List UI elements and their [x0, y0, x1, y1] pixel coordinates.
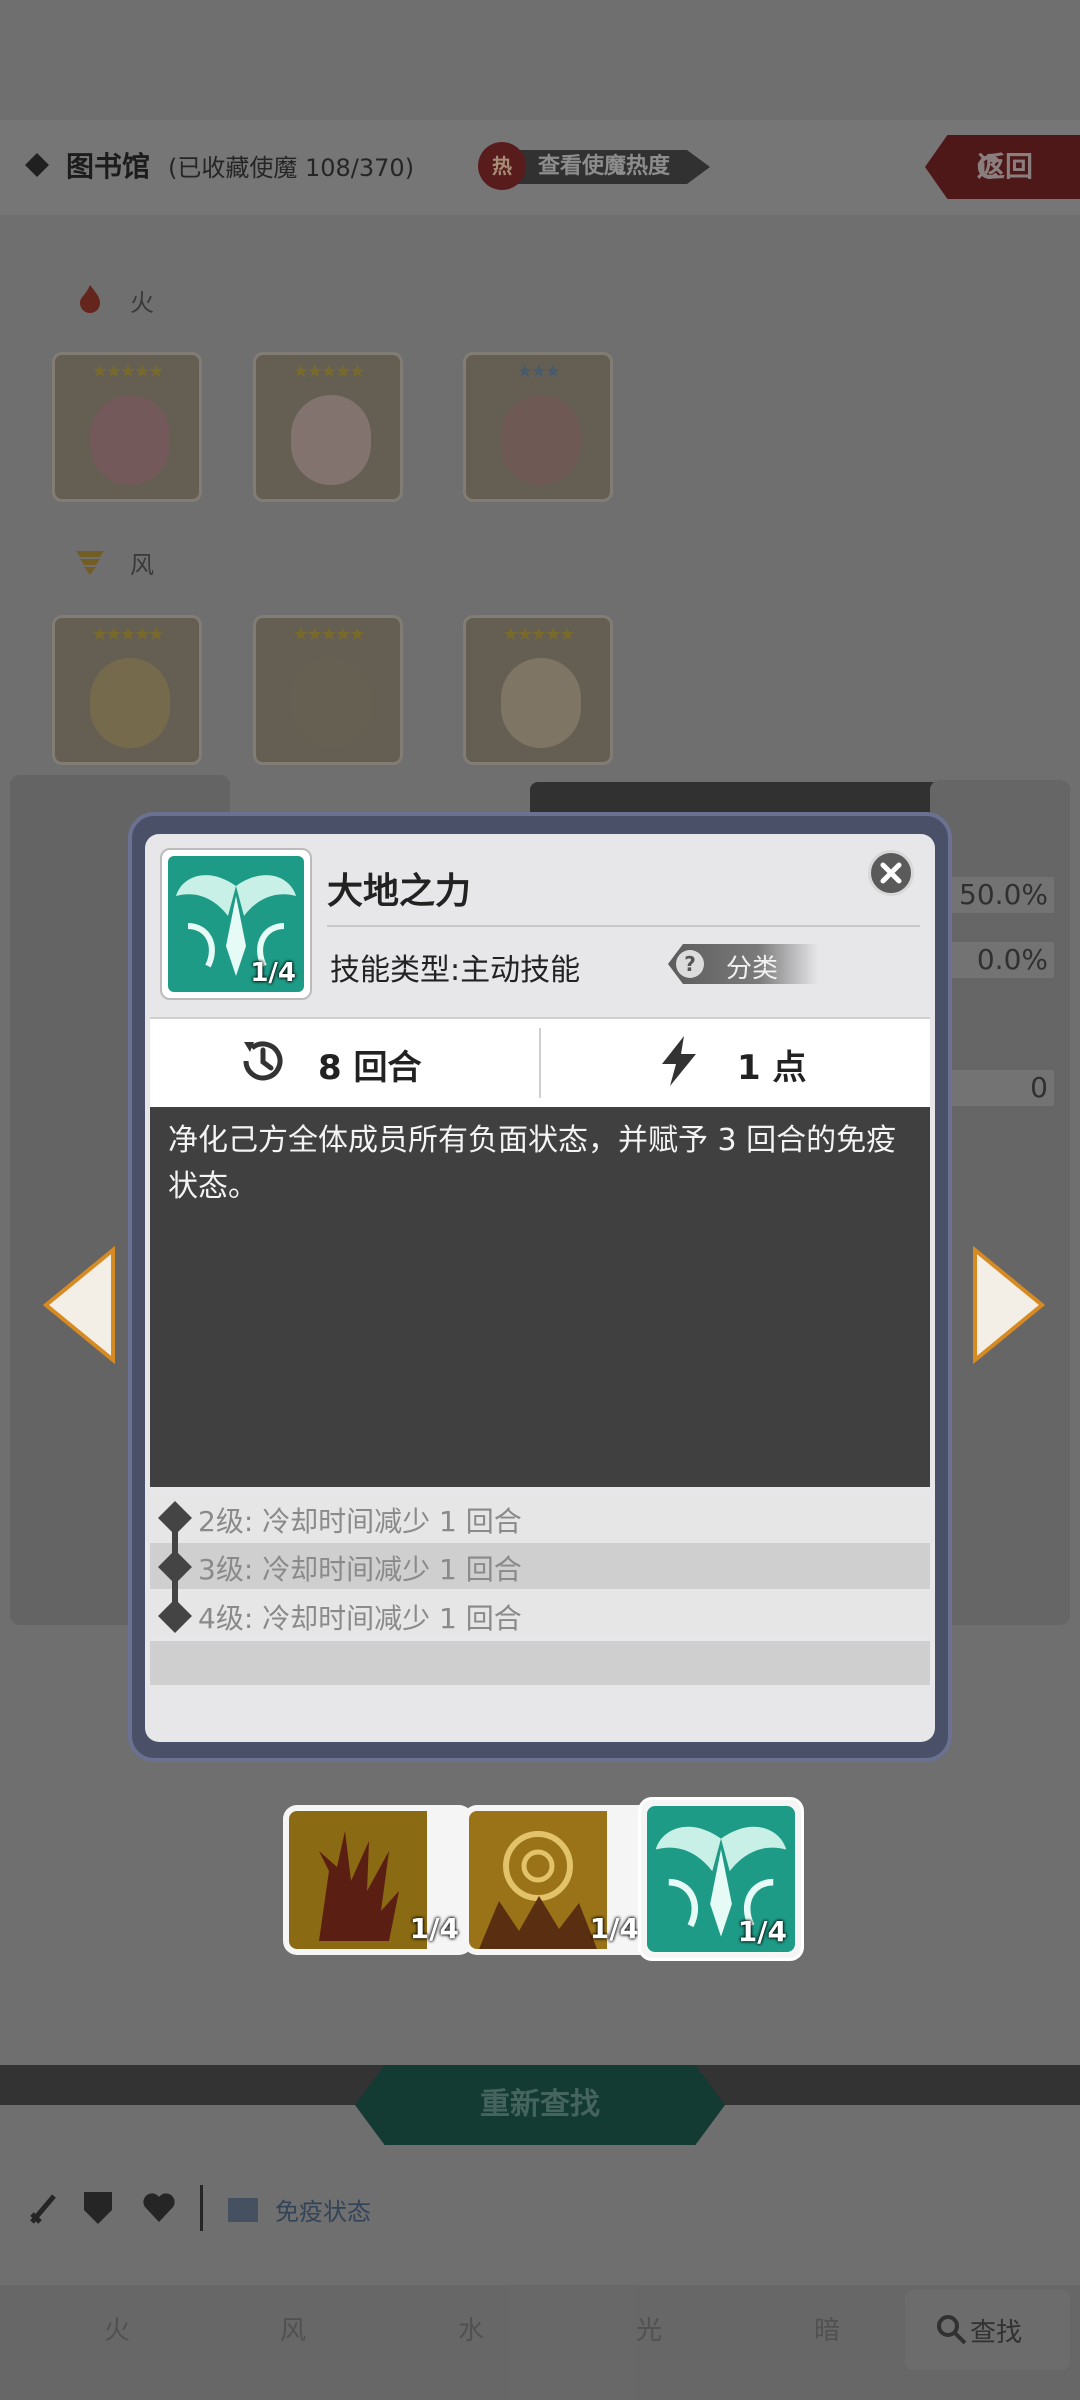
- upgrade-row-empty: [150, 1641, 930, 1685]
- skill-type-value: 主动技能: [460, 953, 581, 988]
- title-divider: [327, 925, 920, 927]
- skill-level-badge: 1/4: [250, 958, 296, 988]
- skill-type: 技能类型:主动技能: [330, 945, 580, 989]
- skill-chip-2[interactable]: 1/4: [463, 1805, 653, 1955]
- shadow-claw-skill-icon: 1/4: [289, 1811, 467, 1949]
- earth-power-skill-icon: 1/4: [168, 856, 304, 992]
- skill-chip-level: 1/4: [589, 1912, 639, 1945]
- category-button[interactable]: ? 分类: [668, 944, 818, 984]
- upgrade-level-2: 2级: 冷却时间减少 1 回合: [198, 1505, 522, 1538]
- spiral-sun-skill-icon: 1/4: [469, 1811, 647, 1949]
- close-icon[interactable]: [868, 850, 914, 896]
- skill-chip-level: 1/4: [737, 1915, 787, 1948]
- skill-chip-level: 1/4: [409, 1912, 459, 1945]
- cooldown-clock-icon: [243, 1041, 283, 1081]
- skill-chip-1[interactable]: 1/4: [283, 1805, 473, 1955]
- energy-lightning-icon: [662, 1036, 696, 1086]
- skill-description: 净化己方全体成员所有负面状态，并赋予 3 回合的免疫状态。: [168, 1123, 897, 1204]
- energy-cost-value: 1 点: [737, 1048, 807, 1088]
- skill-icon-frame: 1/4: [160, 848, 312, 1000]
- next-arrow-icon[interactable]: [965, 1245, 1050, 1365]
- upgrade-level-3: 3级: 冷却时间减少 1 回合: [198, 1553, 522, 1586]
- stat-separator: [539, 1028, 541, 1098]
- skill-chip-3-selected[interactable]: 1/4: [638, 1797, 804, 1961]
- earth-power-skill-icon: 1/4: [647, 1806, 795, 1952]
- skill-name: 大地之力: [327, 871, 472, 912]
- question-icon: ?: [676, 950, 704, 978]
- upgrade-level-4: 4级: 冷却时间减少 1 回合: [198, 1602, 522, 1635]
- cooldown-value: 8 回合: [318, 1048, 422, 1088]
- previous-arrow-icon[interactable]: [38, 1245, 123, 1365]
- category-label: 分类: [726, 954, 779, 984]
- skill-type-label: 技能类型:: [330, 953, 461, 988]
